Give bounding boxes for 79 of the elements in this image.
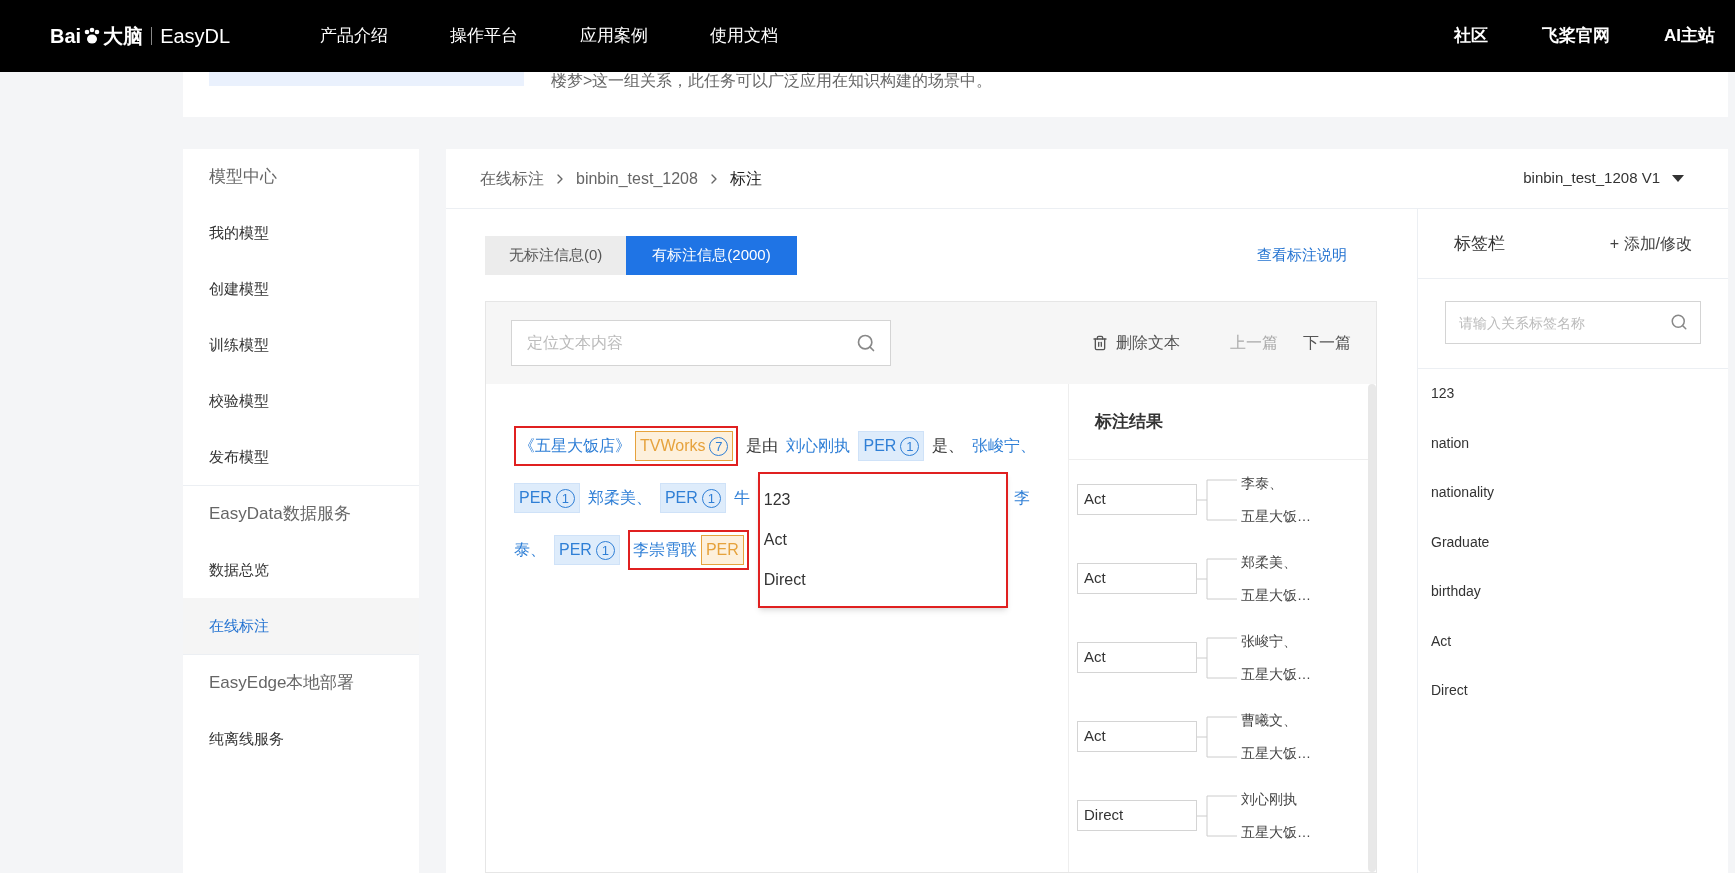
tree-connector [1197, 478, 1237, 521]
search-field[interactable]: 定位文本内容 [511, 320, 891, 366]
next-button[interactable]: 下一篇 [1303, 331, 1351, 355]
object-entity: 五星大饭… [1241, 824, 1311, 840]
search-icon [856, 333, 876, 353]
sidebar-item[interactable]: 发布模型 [183, 429, 419, 485]
subject-entity: 张峻宁、 [1241, 633, 1298, 649]
tag-list-item[interactable]: nation [1418, 418, 1728, 468]
tag-panel-title: 标签栏 [1454, 232, 1505, 255]
guide-link[interactable]: 查看标注说明 [1257, 244, 1347, 267]
tag-list-item[interactable]: Act [1418, 616, 1728, 666]
object-entity: 五星大饭… [1241, 666, 1311, 682]
relation-select[interactable]: Act [1077, 563, 1197, 594]
relation-select[interactable]: Act [1077, 721, 1197, 752]
entity-text[interactable]: 郑柔美、 [587, 486, 652, 510]
nav-link[interactable]: 产品介绍 [320, 23, 389, 49]
object-entity: 五星大饭… [1241, 745, 1311, 761]
tag-list-item[interactable]: Direct [1418, 666, 1728, 716]
entity-text[interactable]: 刘心刚执 [786, 434, 851, 458]
entity-text[interactable]: 张峻宁、 [972, 434, 1037, 458]
object-entity: 五星大饭… [1241, 587, 1311, 603]
entity-text[interactable]: 《五星大饭店》 [519, 434, 631, 458]
breadcrumb-item: 标注 [729, 168, 762, 189]
breadcrumb-item[interactable]: binbin_test_1208 [576, 166, 698, 191]
entity-text[interactable]: 牛 [733, 486, 750, 510]
sidebar-item[interactable]: 创建模型 [183, 261, 419, 317]
tree-connector [1197, 715, 1237, 758]
dropdown-option[interactable]: Act [759, 520, 1006, 560]
relation-select[interactable]: Act [1077, 642, 1197, 673]
entity-tag[interactable]: TVWorks 7 [635, 431, 734, 461]
product-name: EasyDL [160, 24, 231, 49]
logo[interactable]: Bai 大脑 EasyDL [50, 21, 231, 51]
sidebar-heading: EasyData数据服务 [208, 503, 352, 526]
nav-link[interactable]: AI主站 [1664, 23, 1715, 49]
tag-search-field[interactable]: 请输入关系标签名称 [1445, 301, 1701, 344]
version-select[interactable]: binbin_test_1208 V1 [1523, 167, 1684, 190]
sidebar-item[interactable]: 数据总览 [183, 542, 419, 598]
tree-connector [1197, 794, 1237, 837]
delete-text-button[interactable]: 删除文本 [1092, 331, 1180, 355]
tag-list-item[interactable]: nationality [1418, 468, 1728, 518]
entity-text[interactable]: 李崇霄联 [632, 538, 697, 562]
tab[interactable]: 有标注信息(2000) [626, 236, 797, 275]
object-entity: 五星大饭… [1241, 508, 1311, 524]
entity-text[interactable]: 泰、 [514, 538, 546, 562]
subject-entity: 刘心刚执 [1241, 791, 1298, 807]
sidebar-item[interactable]: 在线标注 [183, 598, 419, 654]
plain-text: 是由 [746, 436, 779, 456]
tag-list-item[interactable]: birthday [1418, 567, 1728, 617]
sidebar-item[interactable]: 校验模型 [183, 373, 419, 429]
tag-list-item[interactable]: 123 [1418, 369, 1728, 419]
subject-entity: 李泰、 [1241, 475, 1284, 491]
subject-entity: 曹曦文、 [1241, 712, 1298, 728]
search-icon [1670, 313, 1688, 331]
tag-list-item[interactable]: Graduate [1418, 517, 1728, 567]
nav-link[interactable]: 飞桨官网 [1542, 23, 1610, 49]
plain-text: 是、 [932, 436, 965, 456]
nav-link[interactable]: 社区 [1454, 23, 1488, 49]
tab[interactable]: 无标注信息(0) [485, 236, 627, 275]
sidebar-item[interactable]: 训练模型 [183, 317, 419, 373]
tree-connector [1197, 636, 1237, 679]
intro-text: 楼梦>这一组关系，此任务可以广泛应用在知识构建的场景中。 [551, 72, 993, 90]
sidebar-heading: EasyEdge本地部署 [208, 672, 356, 695]
nav-link[interactable]: 操作平台 [450, 23, 519, 49]
sidebar-heading: 模型中心 [208, 166, 278, 189]
add-edit-button[interactable]: + 添加/修改 [1609, 231, 1692, 256]
nav-link[interactable]: 使用文档 [710, 23, 779, 49]
relation-select[interactable]: Act [1077, 484, 1197, 515]
subject-entity: 郑柔美、 [1241, 554, 1298, 570]
sidebar-item[interactable]: 我的模型 [183, 205, 419, 261]
sidebar-item[interactable]: 纯离线服务 [183, 711, 419, 767]
relation-select[interactable]: Direct [1077, 800, 1197, 831]
dropdown-option[interactable]: 123 [759, 480, 1006, 520]
trash-icon [1092, 335, 1108, 351]
tree-connector [1197, 557, 1237, 600]
caret-down-icon [1672, 175, 1684, 182]
breadcrumb-item[interactable]: 在线标注 [480, 166, 544, 191]
nav-link[interactable]: 应用案例 [580, 23, 649, 49]
entity-text[interactable]: 李 [1013, 486, 1030, 510]
dropdown-option[interactable]: Direct [759, 560, 1006, 600]
